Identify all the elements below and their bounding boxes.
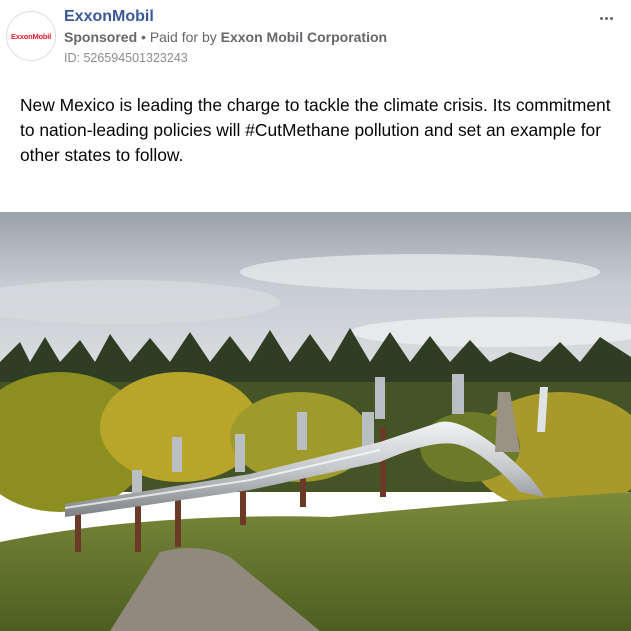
meta-separator: • <box>141 29 146 45</box>
ad-id: ID: 526594501323243 <box>64 51 188 65</box>
exxonmobil-logo-icon: ExxonMobil <box>10 31 52 41</box>
pipeline-landscape-photo <box>0 212 631 631</box>
paid-for-prefix: Paid for by <box>149 29 217 45</box>
sponsored-label[interactable]: Sponsored <box>64 29 137 45</box>
post-caption: New Mexico is leading the charge to tack… <box>20 95 611 165</box>
sponsored-meta: Sponsored • Paid for by Exxon Mobil Corp… <box>64 29 387 45</box>
page-name-link[interactable]: ExxonMobil <box>64 8 154 26</box>
post-header: ExxonMobil ExxonMobil Sponsored • Paid f… <box>0 0 631 75</box>
more-options-button[interactable] <box>595 8 617 28</box>
paid-for-by-name[interactable]: Exxon Mobil Corporation <box>221 29 387 45</box>
post-image[interactable] <box>0 212 631 631</box>
avatar[interactable]: ExxonMobil <box>6 11 56 61</box>
more-horizontal-icon <box>599 16 603 20</box>
